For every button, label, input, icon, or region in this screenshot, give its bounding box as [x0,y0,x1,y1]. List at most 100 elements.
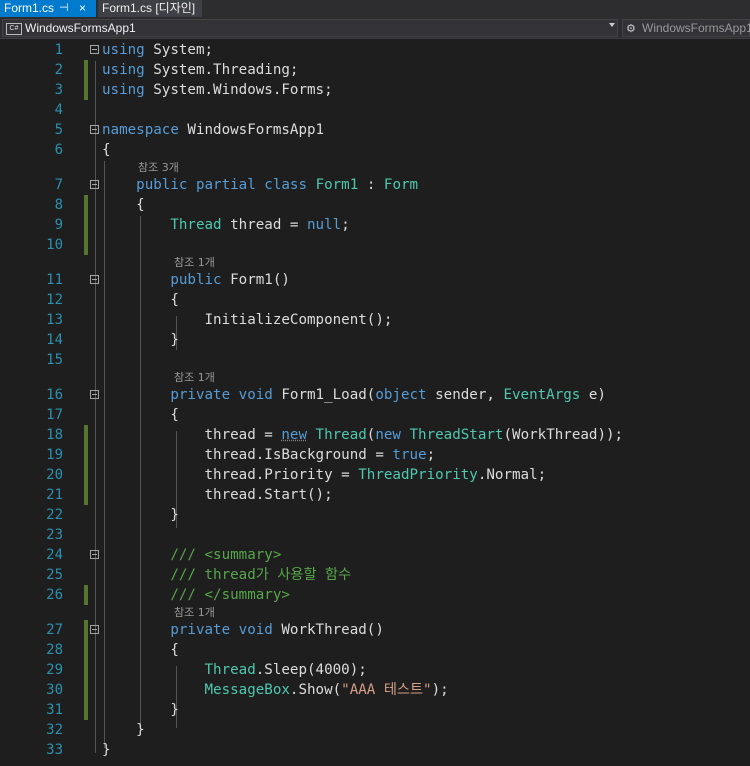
line-number: 16 [46,387,63,403]
code-text[interactable]: thread = new Thread(new ThreadStart(Work… [102,425,623,445]
code-text[interactable]: { [102,640,179,660]
code-line[interactable]: 9 Thread thread = null; [0,215,750,235]
code-text[interactable]: { [102,140,111,160]
change-indicator [84,195,88,215]
code-line[interactable]: 21 thread.Start(); [0,485,750,505]
line-number: 21 [46,487,63,503]
code-text[interactable]: } [102,720,145,740]
change-indicator [84,585,88,605]
line-number: 1 [54,42,63,58]
code-text[interactable]: thread.Priority = ThreadPriority.Normal; [102,465,546,485]
chevron-down-icon[interactable] [609,23,615,27]
codelens-references[interactable]: 참조 1개 [174,254,215,270]
collapse-icon[interactable] [90,390,99,399]
code-text[interactable]: /// thread가 사용할 함수 [102,565,351,585]
code-line[interactable]: 20 thread.Priority = ThreadPriority.Norm… [0,465,750,485]
code-editor[interactable]: 참조 3개 참조 1개 참조 1개 참조 1개 1 using System; 2 u… [0,39,750,766]
code-line[interactable]: 1 using System; [0,40,750,60]
code-line[interactable]: 32 } [0,720,750,740]
line-number: 10 [46,237,63,253]
line-number: 27 [46,622,63,638]
code-text[interactable]: using System; [102,40,213,60]
code-text[interactable]: private void Form1_Load(object sender, E… [102,385,606,405]
code-line[interactable]: 10 [0,235,750,255]
collapse-icon[interactable] [90,125,99,134]
code-text[interactable]: Thread.Sleep(4000); [102,660,367,680]
tab-form1-cs[interactable]: Form1.cs ⊣ × [0,0,96,17]
code-text[interactable]: using System.Windows.Forms; [102,80,333,100]
code-line[interactable]: 30 MessageBox.Show("AAA 테스트"); [0,680,750,700]
line-number: 9 [54,217,63,233]
code-line[interactable]: 33} [0,740,750,760]
codelens-references[interactable]: 참조 1개 [174,604,215,620]
csharp-project-icon: C# [6,23,22,35]
line-number: 29 [46,662,63,678]
code-text[interactable]: { [102,195,145,215]
tab-form1-designer[interactable]: Form1.cs [디자인] [98,0,202,17]
code-line[interactable]: 16 private void Form1_Load(object sender… [0,385,750,405]
code-text[interactable]: public partial class Form1 : Form [102,175,418,195]
code-text[interactable]: } [102,505,179,525]
code-text[interactable]: } [102,700,179,720]
collapse-icon[interactable] [90,180,99,189]
code-text[interactable]: { [102,290,179,310]
code-line[interactable]: 7 public partial class Form1 : Form [0,175,750,195]
code-line[interactable]: 26 /// </summary> [0,585,750,605]
code-line[interactable]: 8 { [0,195,750,215]
project-dropdown[interactable]: C# WindowsFormsApp1 [2,19,618,37]
collapse-icon[interactable] [90,550,99,559]
codelens-references[interactable]: 참조 3개 [138,159,179,175]
code-line[interactable]: 4 [0,100,750,120]
code-line[interactable]: 5 namespace WindowsFormsApp1 [0,120,750,140]
code-line[interactable]: 19 thread.IsBackground = true; [0,445,750,465]
code-line[interactable]: 27 private void WorkThread() [0,620,750,640]
class-dropdown[interactable]: ⚙ WindowsFormsApp1 [622,19,750,37]
change-indicator [84,235,88,255]
code-text[interactable]: using System.Threading; [102,60,298,80]
code-text[interactable]: } [102,330,179,350]
code-text[interactable]: } [102,740,111,760]
code-line[interactable]: 11 public Form1() [0,270,750,290]
code-line[interactable]: 17 { [0,405,750,425]
code-line[interactable]: 22 } [0,505,750,525]
code-text[interactable]: /// <summary> [102,545,281,565]
line-number: 31 [46,702,63,718]
line-number: 4 [54,102,63,118]
code-line[interactable]: 23 [0,525,750,545]
code-text[interactable]: InitializeComponent(); [102,310,392,330]
code-line[interactable]: 29 Thread.Sleep(4000); [0,660,750,680]
code-line[interactable]: 14 } [0,330,750,350]
code-line[interactable]: 24 /// <summary> [0,545,750,565]
code-line[interactable]: 31 } [0,700,750,720]
codelens-references[interactable]: 참조 1개 [174,369,215,385]
code-line[interactable]: 18 thread = new Thread(new ThreadStart(W… [0,425,750,445]
code-line[interactable]: 25 /// thread가 사용할 함수 [0,565,750,585]
change-indicator [84,620,88,640]
code-line[interactable]: 3 using System.Windows.Forms; [0,80,750,100]
line-number: 20 [46,467,63,483]
code-line[interactable]: 15 [0,350,750,370]
code-text[interactable]: namespace WindowsFormsApp1 [102,120,324,140]
code-line[interactable]: 2 using System.Threading; [0,60,750,80]
pin-icon[interactable]: ⊣ [59,0,69,16]
code-text[interactable]: { [102,405,179,425]
code-line[interactable]: 6{ [0,140,750,160]
line-number: 3 [54,82,63,98]
collapse-icon[interactable] [90,275,99,284]
change-indicator [84,60,88,80]
code-text[interactable]: private void WorkThread() [102,620,384,640]
close-icon[interactable]: × [79,0,86,16]
code-text[interactable]: /// </summary> [102,585,290,605]
code-text[interactable]: thread.IsBackground = true; [102,445,435,465]
tab-label: Form1.cs [4,1,55,15]
collapse-icon[interactable] [90,45,99,54]
code-text[interactable]: thread.Start(); [102,485,332,505]
code-line[interactable]: 12 { [0,290,750,310]
code-text[interactable]: Thread thread = null; [102,215,349,235]
code-line[interactable]: 13 InitializeComponent(); [0,310,750,330]
code-text[interactable]: public Form1() [102,270,290,290]
collapse-icon[interactable] [90,625,99,634]
change-indicator [84,445,88,465]
code-text[interactable]: MessageBox.Show("AAA 테스트"); [102,680,449,700]
code-line[interactable]: 28 { [0,640,750,660]
